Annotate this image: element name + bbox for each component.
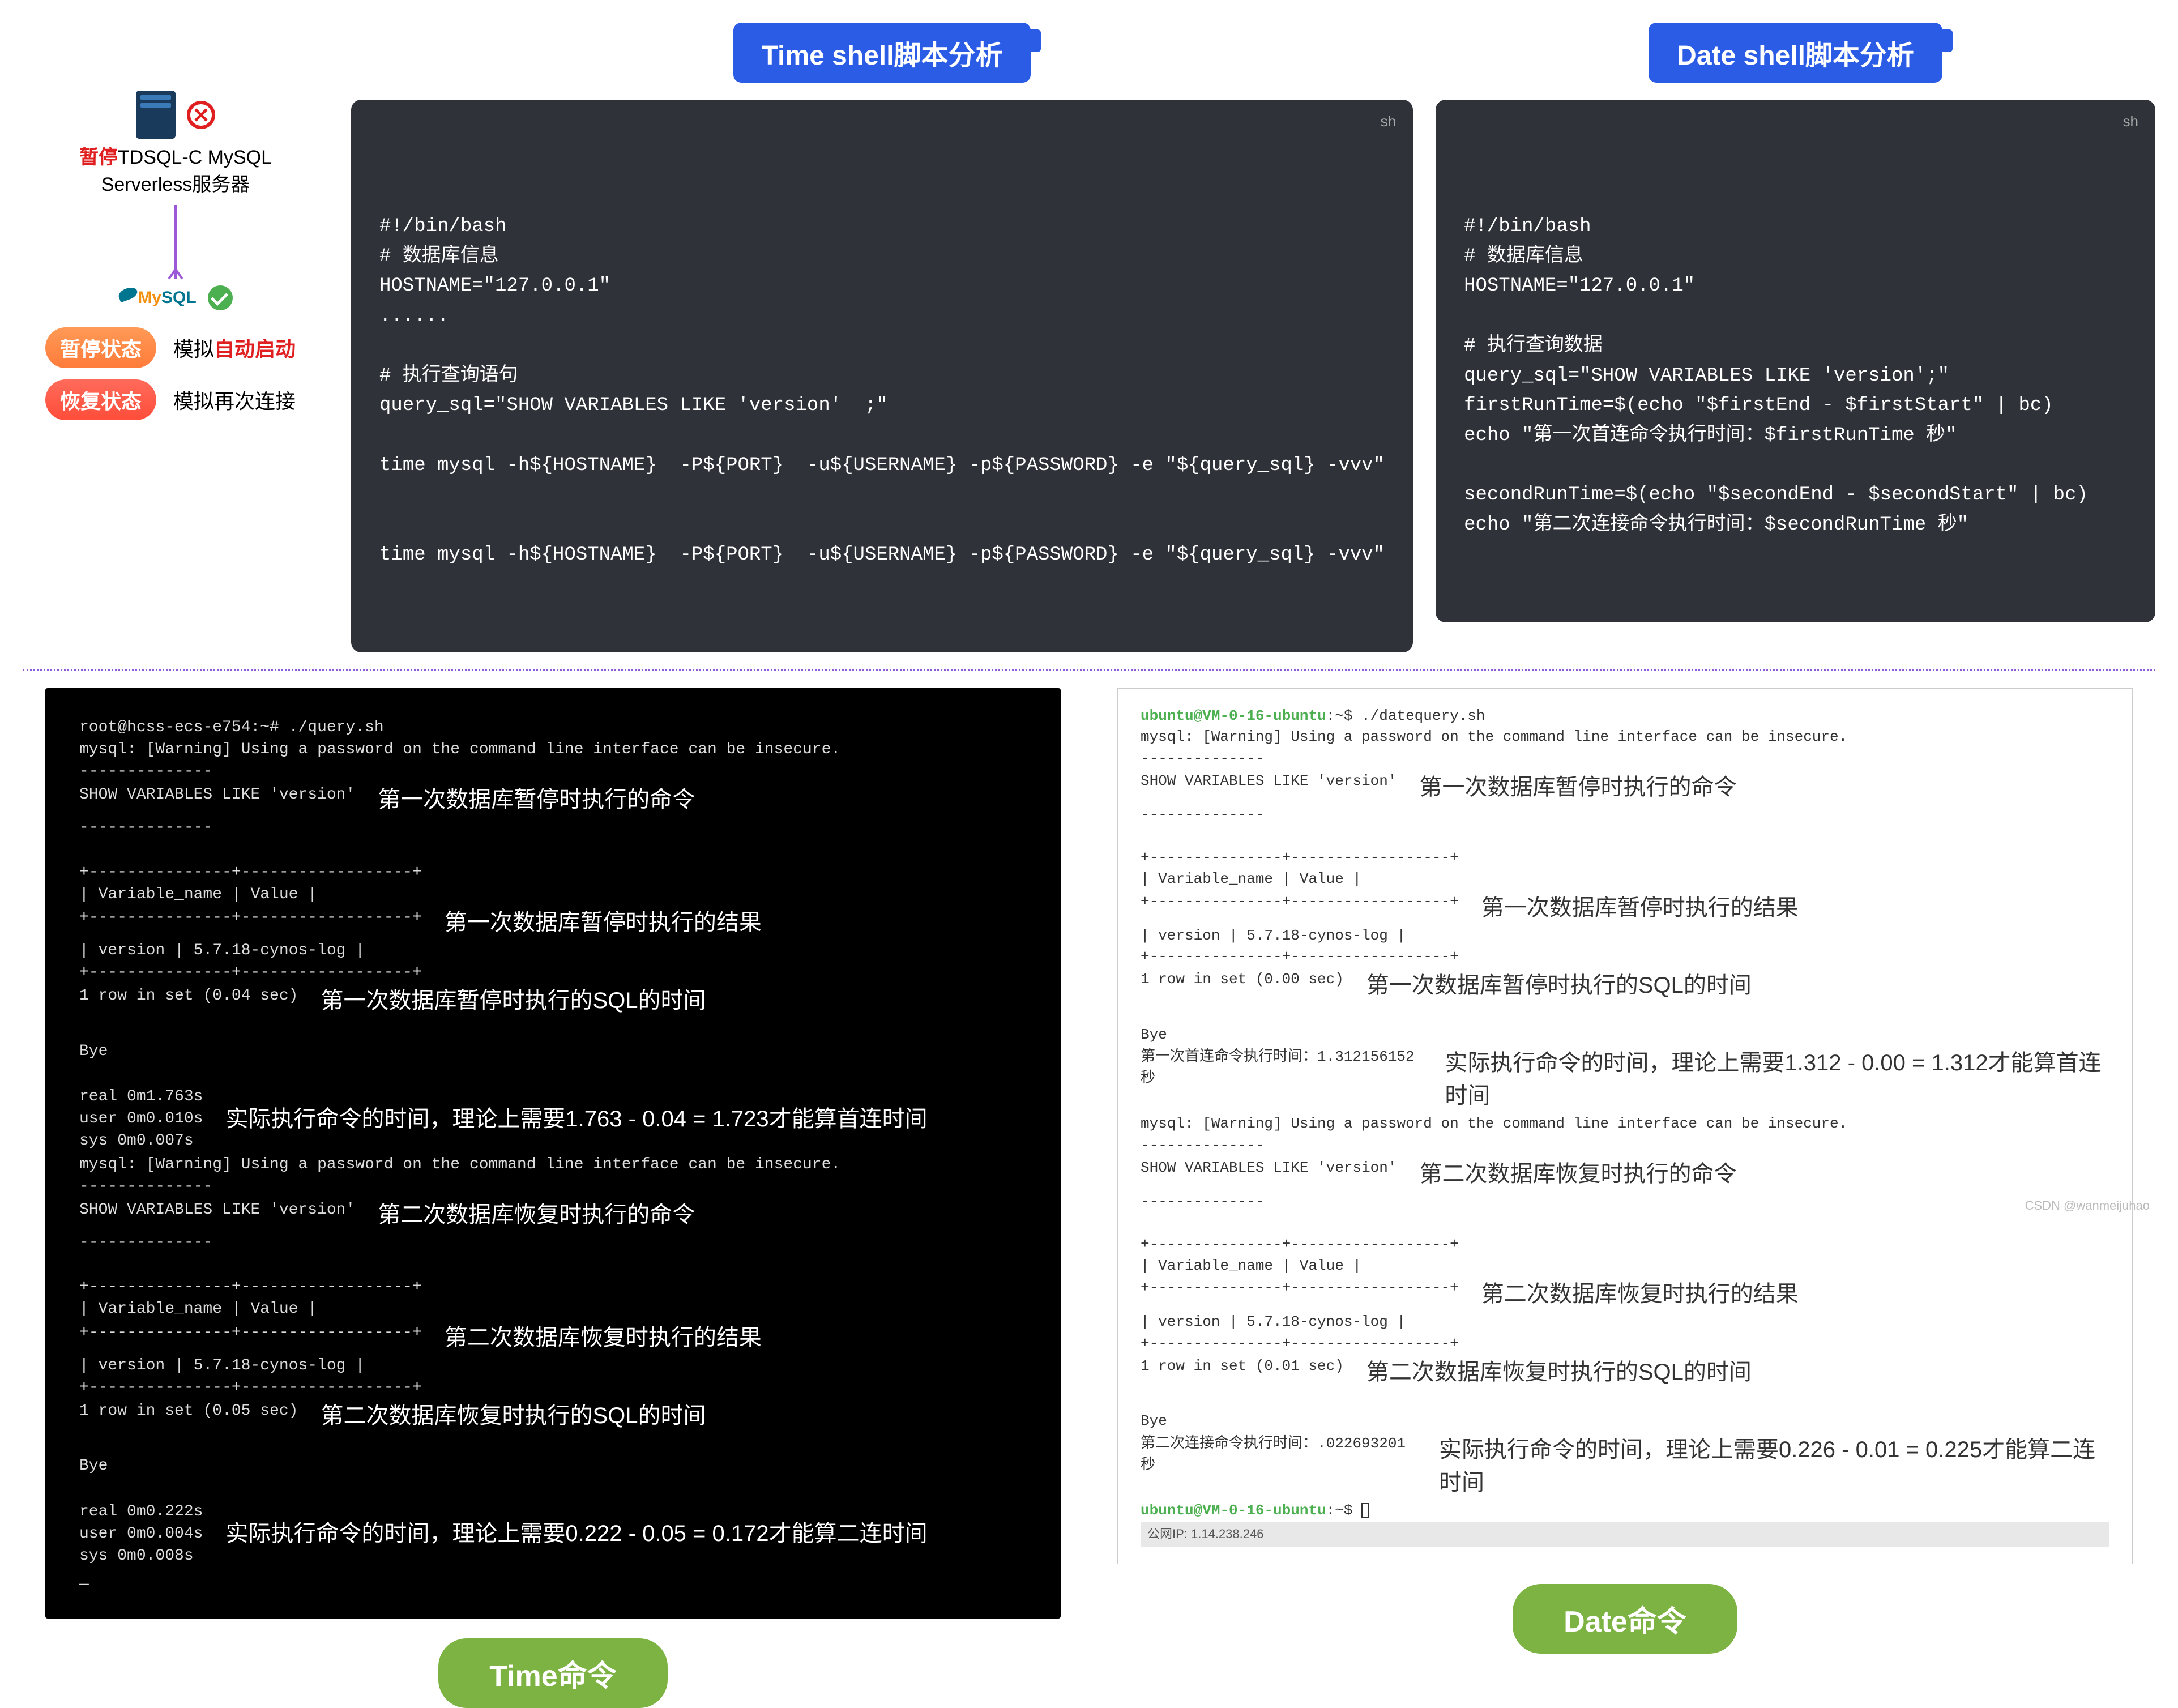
status-bar: 公网IP: 1.14.238.246 <box>1141 1522 2109 1547</box>
annotation: 第一次数据库暂停时执行的命令 <box>378 784 695 815</box>
annotation: 实际执行命令的时间，理论上需要0.226 - 0.01 = 0.225才能算二连… <box>1439 1433 2109 1499</box>
annotation: 实际执行命令的时间，理论上需要1.763 - 0.04 = 1.723才能算首连… <box>225 1103 927 1135</box>
annotation: 第二次数据库恢复时执行的命令 <box>1419 1158 1736 1190</box>
server-caption: 暂停TDSQL-C MySQL Serverless服务器 <box>79 144 272 198</box>
annotation: 第一次数据库暂停时执行的结果 <box>445 907 762 938</box>
server-icon <box>136 91 176 139</box>
annotation: 第二次数据库恢复时执行的SQL的时间 <box>1366 1356 1752 1389</box>
annotation: 第一次数据库暂停时执行的命令 <box>1419 771 1736 804</box>
success-icon <box>208 285 233 310</box>
annotation: 第二次数据库恢复时执行的结果 <box>445 1322 762 1353</box>
auto-start-text: 模拟自动启动 <box>173 333 296 362</box>
mysql-logo: MySQL <box>118 288 196 308</box>
annotation: 第二次数据库恢复时执行的SQL的时间 <box>321 1400 706 1432</box>
date-cmd-pill: Date命令 <box>1513 1584 1737 1654</box>
annotation: 第一次数据库暂停时执行的SQL的时间 <box>321 985 706 1017</box>
date-shell-code: sh #!/bin/bash # 数据库信息 HOSTNAME="127.0.0… <box>1436 100 2155 622</box>
annotation: 实际执行命令的时间，理论上需要0.222 - 0.05 = 0.172才能算二连… <box>225 1518 927 1549</box>
annotation: 第二次数据库恢复时执行的结果 <box>1481 1278 1799 1310</box>
cursor-icon <box>1361 1503 1369 1518</box>
date-terminal: ubuntu@VM-0-16-ubuntu:~$ ./datequery.sh … <box>1117 688 2133 1564</box>
section-divider <box>23 669 2155 671</box>
date-shell-title: Date shell脚本分析 <box>1649 23 1942 83</box>
code-lang-label: sh <box>1381 110 1396 133</box>
reconnect-text: 模拟再次连接 <box>173 385 296 415</box>
time-cmd-pill: Time命令 <box>438 1638 667 1708</box>
time-code-content: #!/bin/bash # 数据库信息 HOSTNAME="127.0.0.1"… <box>379 212 1385 570</box>
error-icon <box>187 101 215 129</box>
annotation: 第一次数据库暂停时执行的SQL的时间 <box>1366 969 1752 1002</box>
annotation: 第二次数据库恢复时执行的命令 <box>378 1199 695 1231</box>
time-terminal: root@hcss-ecs-e754:~# ./query.sh mysql: … <box>45 688 1061 1619</box>
date-code-content: #!/bin/bash # 数据库信息 HOSTNAME="127.0.0.1"… <box>1464 212 2127 540</box>
left-diagram: 暂停TDSQL-C MySQL Serverless服务器 MySQL 暂停状态… <box>23 23 328 652</box>
arrow-icon <box>174 205 177 279</box>
time-shell-title: Time shell脚本分析 <box>733 23 1031 83</box>
pause-state-pill: 暂停状态 <box>45 327 156 368</box>
resume-state-pill: 恢复状态 <box>45 379 156 420</box>
time-shell-code: sh #!/bin/bash # 数据库信息 HOSTNAME="127.0.0… <box>351 100 1413 652</box>
annotation: 实际执行命令的时间，理论上需要1.312 - 0.00 = 1.312才能算首连… <box>1445 1047 2109 1112</box>
watermark: CSDN @wanmeijuhao <box>2025 1198 2150 1213</box>
annotation: 第一次数据库暂停时执行的结果 <box>1481 891 1799 924</box>
code-lang-label: sh <box>2123 110 2138 133</box>
